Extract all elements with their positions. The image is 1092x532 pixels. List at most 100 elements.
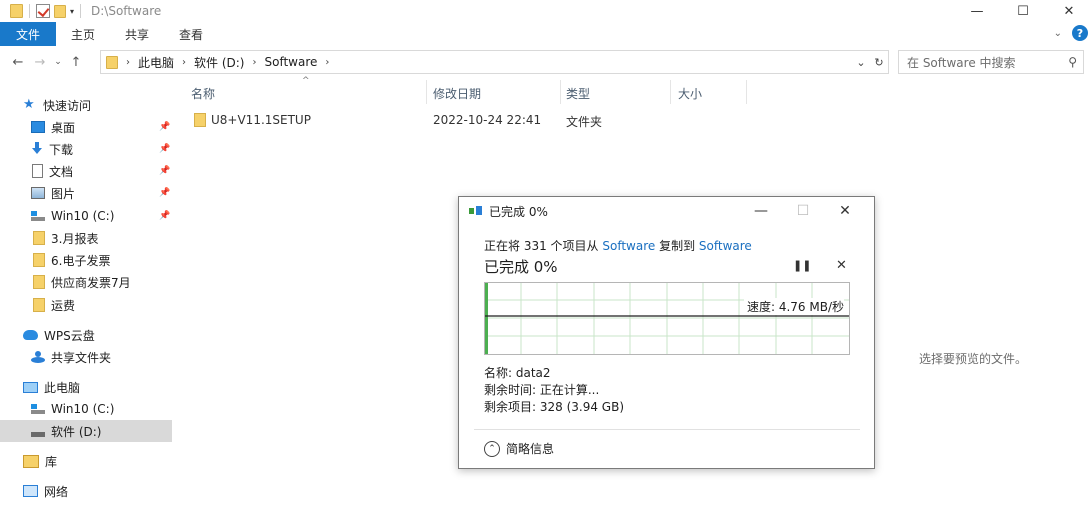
sidebar-item-supplier-invoice[interactable]: 供应商发票7月 [33, 271, 172, 293]
copy-desc-middle: 复制到 [655, 239, 699, 253]
computer-icon [23, 381, 38, 393]
copy-icon [469, 206, 483, 216]
time-remaining: 剩余时间: 正在计算... [484, 383, 600, 397]
preview-pane-text: 选择要预览的文件。 [919, 352, 1028, 366]
sidebar-item-win10-c-pinned[interactable]: Win10 (C:) 📌 [31, 205, 172, 227]
speed-graph-svg [485, 283, 849, 354]
address-bar-controls: ⌄ ↻ [852, 51, 888, 73]
sidebar-item-label: 库 [45, 454, 58, 469]
sidebar-item-label: 软件 (D:) [51, 424, 102, 439]
sidebar-item-documents[interactable]: 文档 📌 [32, 160, 172, 182]
sidebar-item-monthly-report[interactable]: 3.月报表 [33, 227, 172, 249]
chevron-right-icon[interactable]: › [325, 57, 329, 68]
up-arrow-icon[interactable]: ↑ [65, 55, 87, 70]
pause-button[interactable]: ❚❚ [793, 259, 811, 272]
progress-fill [485, 283, 488, 354]
chevron-right-icon[interactable]: › [182, 57, 186, 68]
address-bar[interactable]: › 此电脑 › 软件 (D:) › Software › ⌄ ↻ [100, 50, 889, 74]
search-icon[interactable]: ⚲ [1068, 55, 1077, 69]
library-icon [23, 454, 39, 468]
sidebar-item-quick-access[interactable]: ★ 快速访问 [23, 94, 195, 116]
close-button[interactable]: ✕ [1046, 0, 1092, 22]
speed-label: 速度: 4.76 MB/秒 [743, 298, 844, 315]
cancel-button[interactable]: ✕ [836, 258, 847, 273]
tab-share[interactable]: 共享 [110, 22, 164, 46]
chevron-right-icon[interactable]: › [126, 57, 130, 68]
breadcrumb-drive-d[interactable]: 软件 (D:) [194, 54, 244, 71]
chevron-right-icon[interactable]: › [252, 57, 256, 68]
sidebar-item-library[interactable]: 库 [23, 450, 172, 472]
sidebar-item-shared-folder[interactable]: 共享文件夹 [31, 346, 172, 368]
expand-ribbon-chevron-icon[interactable]: ⌄ [1054, 28, 1062, 39]
tab-file[interactable]: 文件 [0, 22, 57, 46]
sidebar-item-wps-cloud[interactable]: WPS云盘 [23, 324, 172, 346]
sidebar-item-downloads[interactable]: 下载 📌 [31, 138, 172, 160]
sidebar-item-desktop[interactable]: 桌面 📌 [31, 116, 172, 138]
back-arrow-icon[interactable]: ← [7, 55, 29, 70]
sidebar-item-network[interactable]: 网络 [23, 480, 172, 502]
sidebar-item-win10-c[interactable]: Win10 (C:) [31, 398, 172, 420]
less-info-label: 简略信息 [506, 442, 555, 456]
dialog-title: 已完成 0% [489, 204, 548, 219]
transfer-speed-graph: 速度: 4.76 MB/秒 [484, 282, 850, 355]
folder-icon [33, 253, 45, 267]
folder-icon [33, 298, 45, 312]
new-folder-icon[interactable] [54, 4, 66, 18]
ribbon-tabs: 文件 主页 共享 查看 ⌄ ? [0, 22, 1092, 46]
maximize-button[interactable]: ☐ [1000, 0, 1046, 22]
tab-view[interactable]: 查看 [164, 22, 218, 46]
column-header-modified[interactable]: 修改日期 [433, 84, 481, 102]
recent-locations-chevron-icon[interactable]: ⌄ [51, 57, 65, 67]
destination-link[interactable]: Software [699, 239, 752, 253]
sidebar-item-e-invoice[interactable]: 6.电子发票 [33, 249, 172, 271]
network-icon [23, 485, 38, 497]
minimize-button[interactable]: — [954, 0, 1000, 22]
dialog-maximize-button[interactable]: ☐ [782, 201, 824, 221]
pin-icon[interactable]: 📌 [159, 211, 170, 221]
current-file-name: 名称: data2 [484, 366, 551, 380]
copy-desc-prefix: 正在将 331 个项目从 [484, 239, 603, 253]
dialog-minimize-button[interactable]: — [740, 201, 782, 221]
dialog-close-button[interactable]: ✕ [824, 201, 866, 221]
sidebar-item-drive-d[interactable]: 软件 (D:) [0, 420, 172, 442]
search-input[interactable]: 在 Software 中搜索 ⚲ [898, 50, 1084, 74]
breadcrumb-this-pc[interactable]: 此电脑 [138, 54, 174, 71]
column-header-name[interactable]: 名称 [191, 84, 215, 102]
sidebar-item-this-pc[interactable]: 此电脑 [23, 376, 172, 398]
less-info-button[interactable]: ⌃ 简略信息 [484, 440, 554, 457]
refresh-icon[interactable]: ↻ [870, 56, 888, 69]
sidebar-item-pictures[interactable]: 图片 📌 [31, 182, 172, 204]
sidebar-item-freight[interactable]: 运费 [33, 294, 172, 316]
column-header-size[interactable]: 大小 [678, 84, 702, 102]
pin-icon[interactable]: 📌 [159, 144, 170, 154]
pin-icon[interactable]: 📌 [159, 188, 170, 198]
pin-icon[interactable]: 📌 [159, 122, 170, 132]
cloud-icon [23, 330, 38, 340]
pin-icon[interactable]: 📌 [159, 166, 170, 176]
table-row[interactable]: U8+V11.1SETUP 2022-10-24 22:41 文件夹 [190, 110, 750, 130]
folder-icon[interactable] [10, 4, 23, 18]
source-link[interactable]: Software [602, 239, 655, 253]
progress-status: 已完成 0% [484, 258, 558, 276]
column-divider[interactable] [746, 80, 747, 104]
breadcrumb: › 此电脑 › 软件 (D:) › Software › [126, 54, 329, 71]
breadcrumb-software[interactable]: Software [264, 55, 317, 69]
address-history-chevron-icon[interactable]: ⌄ [852, 56, 870, 69]
help-icon[interactable]: ? [1072, 25, 1088, 41]
star-icon: ★ [23, 97, 35, 112]
forward-arrow-icon[interactable]: → [29, 55, 51, 70]
customize-toolbar-dropdown[interactable]: ▾ [70, 7, 74, 16]
sidebar-item-label: 图片 [51, 186, 76, 201]
tab-home[interactable]: 主页 [56, 22, 110, 46]
sidebar-item-label: 供应商发票7月 [51, 275, 131, 290]
dialog-window-controls: — ☐ ✕ [740, 201, 866, 221]
folder-icon [33, 275, 45, 289]
navigation-pane: ★ 快速访问 桌面 📌 下载 📌 文档 📌 图片 📌 Win10 (C:) 📌 … [0, 92, 172, 532]
column-header-type[interactable]: 类型 [566, 84, 590, 102]
column-divider[interactable] [670, 80, 671, 104]
column-divider[interactable] [426, 80, 427, 104]
sidebar-item-label: 此电脑 [44, 380, 81, 395]
file-modified: 2022-10-24 22:41 [433, 113, 542, 127]
properties-icon[interactable] [36, 4, 50, 18]
column-divider[interactable] [560, 80, 561, 104]
